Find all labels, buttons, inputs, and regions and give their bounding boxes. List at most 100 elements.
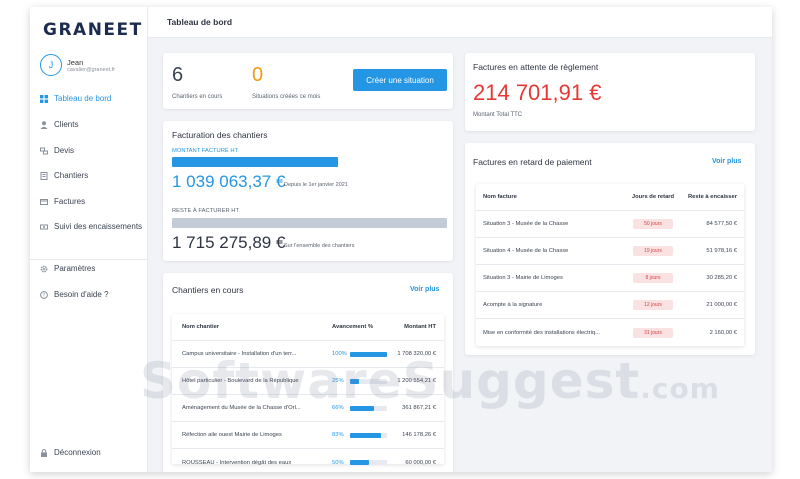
facture-name: Situation 3 - Musée de la Chasse: [483, 221, 569, 227]
facturation-card: Facturation des chantiers MONTANT FACTUR…: [163, 121, 453, 261]
sidebar-item-label: Suivi des encaissements: [54, 222, 143, 231]
days-cell: 50 jours: [628, 219, 678, 229]
progress-cell: 100%: [332, 351, 388, 357]
column-header: Nom facture: [483, 194, 517, 200]
progress-fill: [350, 351, 387, 357]
retard-title: Factures en retard de paiement: [473, 157, 592, 167]
progress-bar: [350, 405, 387, 411]
facture-name: Situation 3 - Mairie de Limoges: [483, 275, 563, 281]
table-row[interactable]: ROUSSEAU - Intervention dégât des eaux 50…: [172, 449, 444, 472]
chantier-amount: 146 178,26 €: [402, 432, 436, 438]
progress-cell: 66%: [332, 405, 388, 411]
chantier-amount: 1 708 320,00 €: [397, 351, 436, 357]
progress-cell: 83%: [332, 432, 388, 438]
sidebar-item-label: Clients: [54, 120, 79, 129]
facture-name: Situation 4 - Musée de la Chasse: [483, 248, 569, 254]
sidebar-item-encaissements[interactable]: Suivi des encaissements: [40, 222, 142, 231]
progress-fill: [350, 378, 360, 384]
situations-count: 0: [252, 64, 264, 86]
sidebar-item-chantiers[interactable]: Chantiers: [40, 171, 88, 180]
days-badge: 50 jours: [633, 219, 673, 229]
chantier-name: Réfection aile ouest Mairie de Limoges: [182, 432, 282, 438]
dashboard-icon: [40, 94, 48, 103]
avatar: J: [40, 54, 62, 76]
gear-icon: [40, 265, 48, 273]
situations-count-label: Situations créées ce mois: [252, 94, 321, 100]
table-row[interactable]: Acompte à la signature 12 jours 21 000,00 …: [476, 292, 744, 319]
facture-amount: 21 000,00 €: [706, 302, 737, 308]
chantier-name: Hôtel particulier - Boulevard de la Répu…: [182, 378, 299, 384]
chantier-amount: 1 200 554,21 €: [397, 378, 436, 384]
help-icon: ?: [40, 290, 48, 299]
progress-cell: 50%: [332, 460, 388, 466]
table-row[interactable]: Mise en conformité des installations éle…: [476, 319, 744, 346]
progress-bar: [350, 351, 387, 357]
sidebar-item-aide[interactable]: ? Besoin d'aide ?: [40, 290, 108, 299]
table-row[interactable]: Situation 3 - Mairie de Limoges 8 jours 30…: [476, 265, 744, 292]
days-cell: 8 jours: [628, 273, 678, 283]
progress-percent: 100%: [332, 351, 347, 357]
progress-percent: 50%: [332, 459, 344, 466]
reste-label: RESTE À FACTURER HT: [172, 208, 239, 214]
reste-note: Sur l'ensemble des chantiers: [284, 243, 355, 249]
chantier-amount: 361 867,21 €: [402, 405, 436, 411]
app-logo: GRANEET: [43, 20, 143, 40]
sidebar-item-factures[interactable]: Factures: [40, 197, 85, 206]
chantiers-card: Chantiers en cours Voir plus Nom chantie…: [163, 273, 453, 472]
chantiers-voir-plus-link[interactable]: Voir plus: [410, 286, 439, 293]
invoice-icon: [40, 198, 48, 206]
progress-bar: [350, 432, 387, 438]
table-row[interactable]: Campus universitaire - Installation d'un…: [172, 341, 444, 368]
facture-note: Depuis le 1er janvier 2021: [284, 182, 348, 188]
days-badge: 12 jours: [633, 300, 673, 310]
table-row[interactable]: Réfection aile ouest Mairie de Limoges 83…: [172, 422, 444, 449]
facture-amount: 51 978,16 €: [706, 248, 737, 254]
column-header: Nom chantier: [182, 324, 220, 330]
facture-amount: 2 160,00 €: [709, 329, 737, 336]
table-row[interactable]: Hôtel particulier - Boulevard de la Répu…: [172, 368, 444, 395]
table-row[interactable]: Aménagement du Musée de la Chasse d'Orl.…: [172, 395, 444, 422]
sidebar-item-dashboard[interactable]: Tableau de bord: [40, 94, 111, 103]
cash-icon: [40, 223, 48, 231]
create-situation-button[interactable]: Créer une situation: [353, 69, 447, 91]
svg-text:?: ?: [43, 293, 46, 299]
lock-icon: [40, 448, 48, 457]
chantiers-title: Chantiers en cours: [172, 285, 244, 295]
table-row[interactable]: Situation 3 - Musée de la Chasse 50 jours…: [476, 211, 744, 238]
days-badge: 31 jours: [633, 327, 673, 338]
retard-table: Nom facture Jours de retard Reste à enca…: [476, 184, 744, 346]
user-icon: [40, 120, 48, 129]
progress-fill: [350, 405, 375, 411]
attente-amount: 214 701,91 €: [473, 80, 602, 105]
retard-voir-plus-link[interactable]: Voir plus: [712, 158, 741, 165]
attente-card: Factures en attente de règlement 214 701…: [465, 53, 755, 131]
sidebar-item-label: Chantiers: [54, 171, 89, 180]
table-header: Nom facture Jours de retard Reste à enca…: [476, 184, 744, 211]
facture-amount: 30 285,20 €: [706, 275, 737, 281]
column-header: Avancement %: [332, 324, 374, 330]
sidebar: GRANEET J Jean cavalier@graneet.fr Table…: [30, 7, 148, 472]
days-cell: 19 jours: [628, 246, 678, 256]
chantiers-table: Nom chantier Avancement % Montant HT Cam…: [172, 314, 444, 466]
progress-percent: 25%: [332, 378, 344, 384]
progress-fill: [350, 460, 369, 465]
logout-button[interactable]: Déconnexion: [40, 448, 101, 457]
top-bar: Tableau de bord: [148, 7, 772, 38]
progress-percent: 66%: [332, 405, 344, 411]
facture-bar: [172, 157, 338, 167]
user-profile[interactable]: J Jean cavalier@graneet.fr: [40, 54, 115, 76]
sidebar-item-parametres[interactable]: Paramètres: [40, 264, 95, 273]
summary-card: 6 Chantiers en cours 0 Situations créées…: [163, 53, 453, 109]
sidebar-item-clients[interactable]: Clients: [40, 120, 78, 129]
table-row[interactable]: Situation 4 - Musée de la Chasse 19 jours…: [476, 238, 744, 265]
sidebar-divider: [30, 259, 148, 260]
progress-cell: 25%: [332, 378, 388, 384]
retard-card: Factures en retard de paiement Voir plus…: [465, 143, 755, 355]
chantier-name: Aménagement du Musée de la Chasse d'Orl.…: [182, 405, 301, 411]
app-window: GRANEET J Jean cavalier@graneet.fr Table…: [30, 7, 772, 472]
table-header: Nom chantier Avancement % Montant HT: [172, 314, 444, 341]
progress-bar: [350, 378, 387, 384]
facture-name: Mise en conformité des installations éle…: [483, 329, 600, 336]
facture-amount: 84 577,50 €: [706, 221, 737, 227]
sidebar-item-devis[interactable]: Devis: [40, 146, 74, 155]
